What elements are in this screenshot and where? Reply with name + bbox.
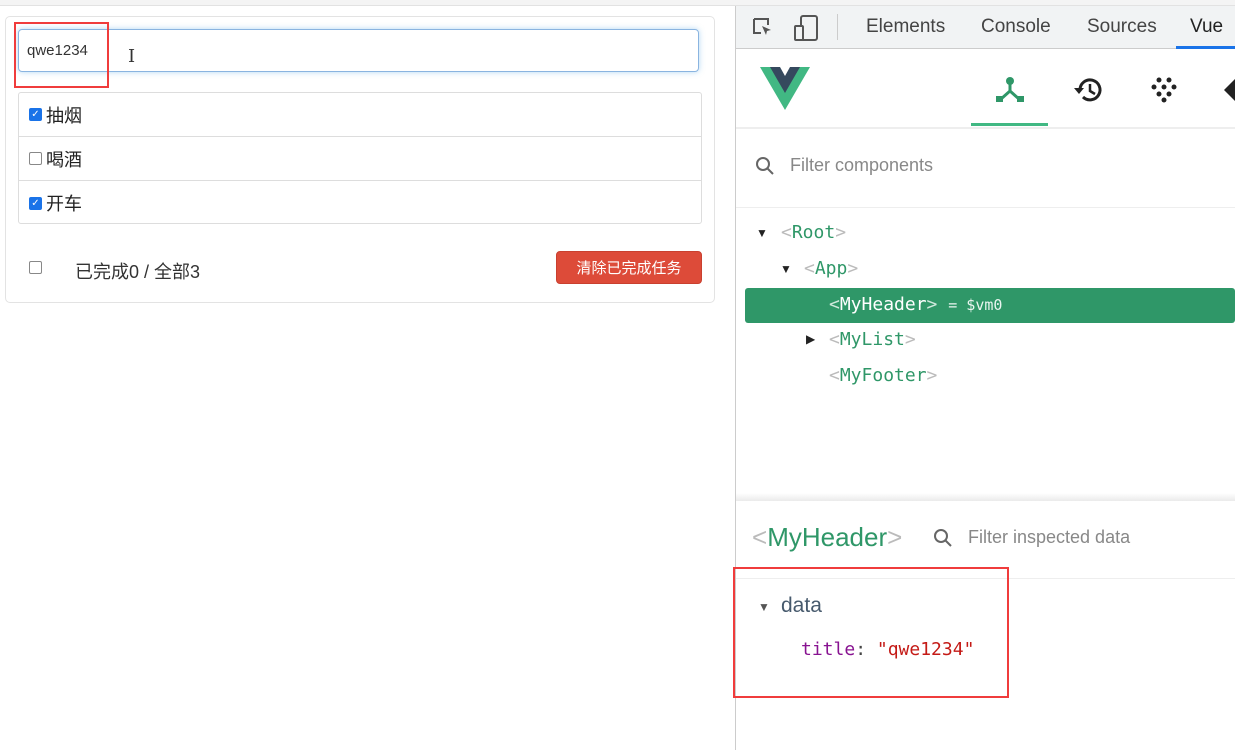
tree-node-myfooter[interactable]: <MyFooter> [829, 365, 937, 386]
select-all-checkbox[interactable] [29, 261, 42, 274]
filter-inspected-input[interactable]: Filter inspected data [968, 527, 1130, 548]
collapse-arrow-icon[interactable]: ▶ [806, 332, 815, 346]
todo-list: ✓ 抽烟 喝酒 ✓ 开车 [18, 92, 702, 224]
annotation-box [733, 567, 1009, 698]
filter-components-input[interactable]: Filter components [790, 155, 933, 176]
history-icon[interactable] [1072, 75, 1104, 105]
components-tree-icon[interactable] [995, 75, 1025, 105]
tab-elements[interactable]: Elements [866, 16, 945, 38]
devtools-tabbar: Elements Console Sources Vue [736, 6, 1235, 49]
component-tree: ▼ <Root> ▼ <App> <MyHeader> = $vm0 ▶ <My… [736, 210, 1235, 400]
todo-label: 开车 [46, 194, 82, 214]
events-icon[interactable] [1224, 79, 1235, 101]
expand-arrow-icon[interactable]: ▼ [756, 226, 768, 240]
expand-arrow-icon[interactable]: ▼ [780, 262, 792, 276]
search-icon [756, 157, 774, 175]
search-icon [934, 529, 952, 547]
tree-node-app[interactable]: <App> [804, 258, 858, 279]
vue-logo-icon [760, 67, 810, 110]
tree-node-mylist[interactable]: <MyList> [829, 329, 916, 350]
checkbox-checked[interactable]: ✓ [29, 108, 42, 121]
device-toolbar-icon[interactable] [793, 14, 819, 42]
footer-status: 已完成0 / 全部3 [75, 262, 201, 282]
tree-node-myheader[interactable]: <MyHeader> = $vm0 [829, 294, 1002, 315]
todo-input[interactable]: qwe1234 [18, 29, 699, 72]
clear-done-button[interactable]: 清除已完成任务 [556, 251, 702, 284]
pane-splitter[interactable] [736, 493, 1235, 501]
vuex-dots-icon[interactable] [1151, 77, 1179, 103]
annotation-box [14, 22, 109, 88]
checkbox-checked[interactable]: ✓ [29, 196, 42, 210]
todo-label: 抽烟 [46, 105, 82, 126]
text-cursor-icon: I [128, 46, 136, 67]
checkbox[interactable] [29, 152, 42, 165]
todo-item[interactable]: 喝酒 [19, 137, 701, 181]
todo-item[interactable]: ✓ 抽烟 [19, 93, 701, 137]
vue-devtools-header [736, 49, 1235, 129]
tree-node-root[interactable]: <Root> [781, 222, 846, 243]
tab-vue[interactable]: Vue [1190, 16, 1223, 38]
inspected-component-name: <MyHeader> [752, 522, 903, 552]
todo-label: 喝酒 [46, 149, 82, 170]
tab-console[interactable]: Console [981, 16, 1051, 38]
tab-sources[interactable]: Sources [1087, 16, 1157, 38]
inspect-element-icon[interactable] [751, 16, 775, 40]
todo-item[interactable]: ✓ 开车 [19, 181, 701, 225]
